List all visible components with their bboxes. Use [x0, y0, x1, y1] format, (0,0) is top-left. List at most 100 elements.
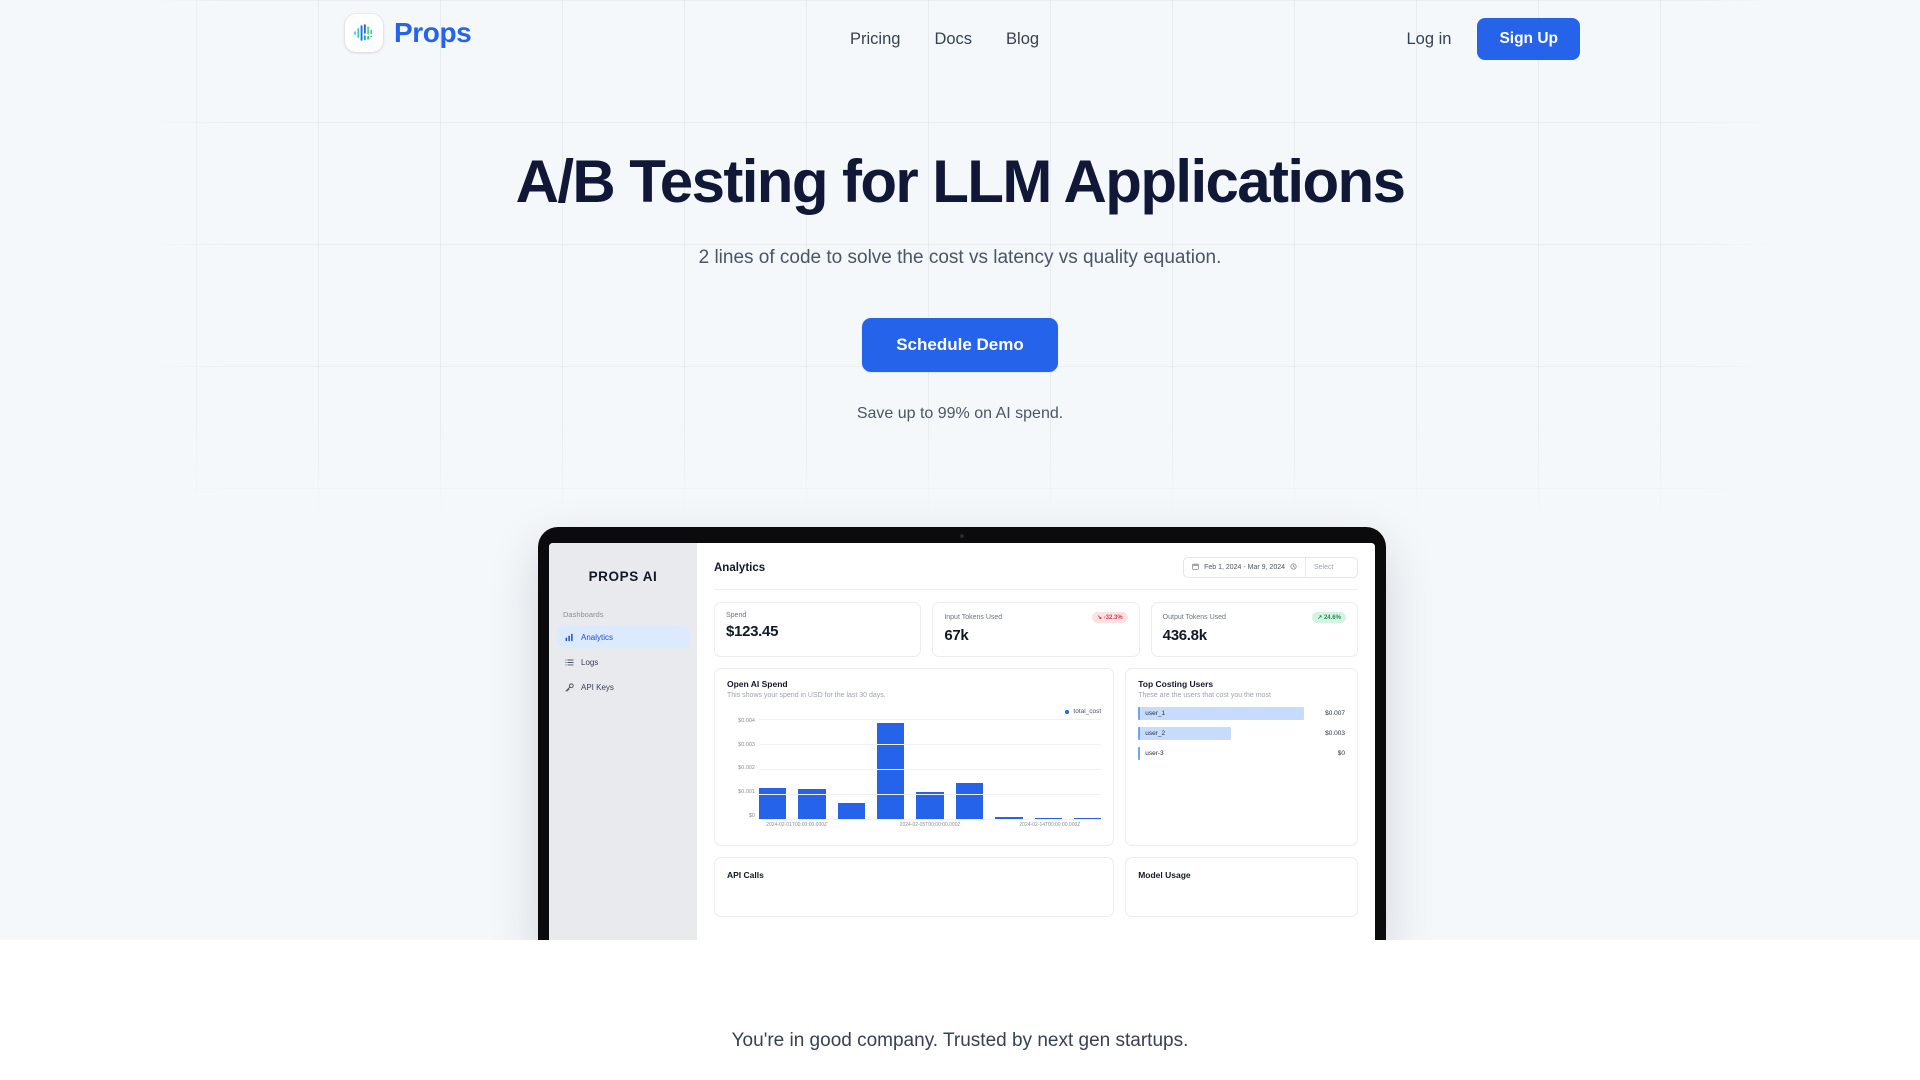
laptop-camera-dot: [960, 534, 964, 538]
sidebar-section-label: Dashboards: [563, 610, 604, 619]
top-costing-users-panel: Top Costing Users These are the users th…: [1125, 668, 1358, 846]
open-ai-spend-panel: Open AI Spend This shows your spend in U…: [714, 668, 1115, 846]
panel-title: Top Costing Users: [1138, 679, 1214, 689]
badge-value: 24.6%: [1323, 615, 1341, 621]
x-axis-tick: 2024-02-14T00:00:00.000Z: [1019, 822, 1081, 828]
y-axis-tick: $0.003: [738, 741, 755, 748]
panel-subtitle: This shows your spend in USD for the las…: [727, 692, 886, 699]
api-calls-panel: API Calls: [714, 857, 1115, 917]
stat-card-input-tokens: Input Tokens Used ↘ -32.3% 67k: [932, 602, 1140, 657]
chart-bar: [837, 802, 866, 819]
sidebar-item-analytics[interactable]: Analytics: [557, 626, 689, 648]
chart-bar: [759, 787, 787, 819]
list-icon: [564, 657, 574, 667]
trust-tagline: You're in good company. Trusted by next …: [731, 1030, 1189, 1051]
list-item: user_2 $0.003: [1138, 727, 1345, 740]
date-range-picker[interactable]: Feb 1, 2024 - Mar 9, 2024 Select: [1183, 557, 1358, 578]
landing-page: Props Pricing Docs Blog Log in Sign Up A…: [0, 0, 1920, 1080]
chart-y-axis: $0.004 $0.003 $0.002 $0.001 $0: [727, 718, 759, 835]
user-cost-value: $0: [1337, 750, 1345, 757]
chart-bar: [877, 722, 905, 819]
bar-equalizer-icon: [345, 14, 383, 52]
dashboard-logo: PROPS AI: [588, 569, 658, 584]
chart-gridline: [759, 819, 1102, 820]
spend-bar-chart: $0.004 $0.003 $0.002 $0.001 $0 2024-02-01T00…: [727, 718, 1102, 835]
nav-link-blog[interactable]: Blog: [1006, 30, 1039, 49]
list-item: user_1 $0.007: [1138, 707, 1345, 720]
brand-name: Props: [394, 17, 472, 48]
user-cost-bar: user-3: [1138, 747, 1175, 760]
brand-logo-link[interactable]: Props: [345, 14, 472, 52]
dashboard-bottom-row: API Calls Model Usage: [714, 857, 1358, 917]
sidebar-item-api-keys[interactable]: API Keys: [557, 676, 689, 698]
schedule-demo-button[interactable]: Schedule Demo: [862, 317, 1058, 372]
dashboard-page-title: Analytics: [714, 561, 766, 574]
dashboard-sidebar: PROPS AI Dashboards Analytics Logs API K…: [549, 543, 697, 947]
site-header: Props Pricing Docs Blog Log in Sign Up: [0, 0, 1920, 78]
hero-section: A/B Testing for LLM Applications 2 lines…: [0, 148, 1920, 423]
select-dropdown[interactable]: Select: [1305, 558, 1357, 577]
hero-savings-note: Save up to 99% on AI spend.: [856, 404, 1064, 422]
chart-bar: [955, 782, 984, 819]
signup-button[interactable]: Sign Up: [1477, 18, 1580, 60]
panel-title: API Calls: [727, 870, 764, 880]
model-usage-panel: Model Usage: [1125, 857, 1358, 917]
key-icon: [564, 682, 574, 692]
user-cost-bar: user_2: [1138, 727, 1231, 740]
stat-value: 436.8k: [1162, 627, 1207, 644]
dashboard-panel-row: Open AI Spend This shows your spend in U…: [714, 668, 1358, 846]
user-cost-bar: user_1: [1138, 707, 1304, 720]
panel-title: Model Usage: [1138, 870, 1191, 880]
sidebar-item-logs[interactable]: Logs: [557, 651, 689, 673]
stat-card-output-tokens: Output Tokens Used ↗ 24.6% 436.8k: [1150, 602, 1358, 657]
nav-link-pricing[interactable]: Pricing: [850, 30, 900, 49]
hero-subheadline: 2 lines of code to solve the cost vs lat…: [698, 246, 1222, 268]
header-actions: Log in Sign Up: [1406, 0, 1580, 78]
dashboard-topbar: Analytics Feb 1, 2024 - Mar 9, 2024 Sele…: [714, 557, 1358, 590]
bar-chart-icon: [564, 632, 574, 642]
date-range-label: Feb 1, 2024 - Mar 9, 2024: [1204, 564, 1285, 571]
trend-down-icon: ↘: [1096, 615, 1102, 621]
login-link[interactable]: Log in: [1406, 30, 1451, 49]
user-cost-list: user_1 $0.007 user_2 $0.003 user-3 $0: [1138, 707, 1345, 760]
x-axis-tick: 2024-02-01T00:00:00.000Z: [766, 822, 828, 828]
laptop-mockup: PROPS AI Dashboards Analytics Logs API K…: [538, 527, 1386, 947]
stat-value: 67k: [944, 627, 969, 644]
sidebar-item-label: Logs: [581, 657, 599, 667]
y-axis-tick: $0.004: [738, 718, 755, 724]
sidebar-item-label: API Keys: [581, 682, 614, 692]
chart-plot-area: 2024-02-01T00:00:00.000Z 2024-02-05T00:00…: [759, 719, 1102, 835]
legend-label: total_cost: [1073, 708, 1102, 715]
panel-title: Open AI Spend: [727, 679, 788, 689]
chart-gridline: [759, 744, 1102, 745]
date-range-value[interactable]: Feb 1, 2024 - Mar 9, 2024: [1184, 558, 1305, 577]
y-axis-tick: $0.001: [738, 788, 755, 795]
section-divider: [0, 940, 1920, 1080]
user-name: user_1: [1145, 710, 1166, 717]
clock-icon[interactable]: [1290, 563, 1297, 572]
calendar-icon: [1192, 563, 1199, 572]
stat-label: Input Tokens Used: [944, 614, 1003, 621]
primary-nav: Pricing Docs Blog: [850, 0, 1039, 78]
stat-label: Spend: [726, 612, 747, 619]
hero-headline: A/B Testing for LLM Applications: [515, 148, 1406, 215]
chart-legend: total_cost: [727, 708, 1101, 715]
stat-card-spend: Spend $123.45: [714, 602, 922, 657]
y-axis-tick: $0.002: [738, 765, 755, 772]
status-badge: ↘ -32.3%: [1091, 612, 1128, 623]
trend-up-icon: ↗: [1317, 615, 1323, 621]
badge-value: -32.3%: [1103, 615, 1123, 621]
legend-swatch-icon: [1065, 709, 1070, 714]
chart-gridline: [759, 719, 1102, 720]
panel-subtitle: These are the users that cost you the mo…: [1138, 692, 1271, 699]
stat-label: Output Tokens Used: [1162, 614, 1226, 621]
chart-gridline: [759, 769, 1102, 770]
dashboard-main: Analytics Feb 1, 2024 - Mar 9, 2024 Sele…: [697, 543, 1375, 947]
sidebar-item-label: Analytics: [581, 632, 614, 642]
chart-x-axis: 2024-02-01T00:00:00.000Z 2024-02-05T00:00…: [759, 822, 1101, 834]
status-badge: ↗ 24.6%: [1312, 612, 1346, 623]
user-name: user_2: [1145, 730, 1166, 737]
user-name: user-3: [1145, 750, 1164, 757]
stat-cards: Spend $123.45 Input Tokens Used ↘ -32.3%: [714, 602, 1358, 657]
nav-link-docs[interactable]: Docs: [934, 30, 972, 49]
